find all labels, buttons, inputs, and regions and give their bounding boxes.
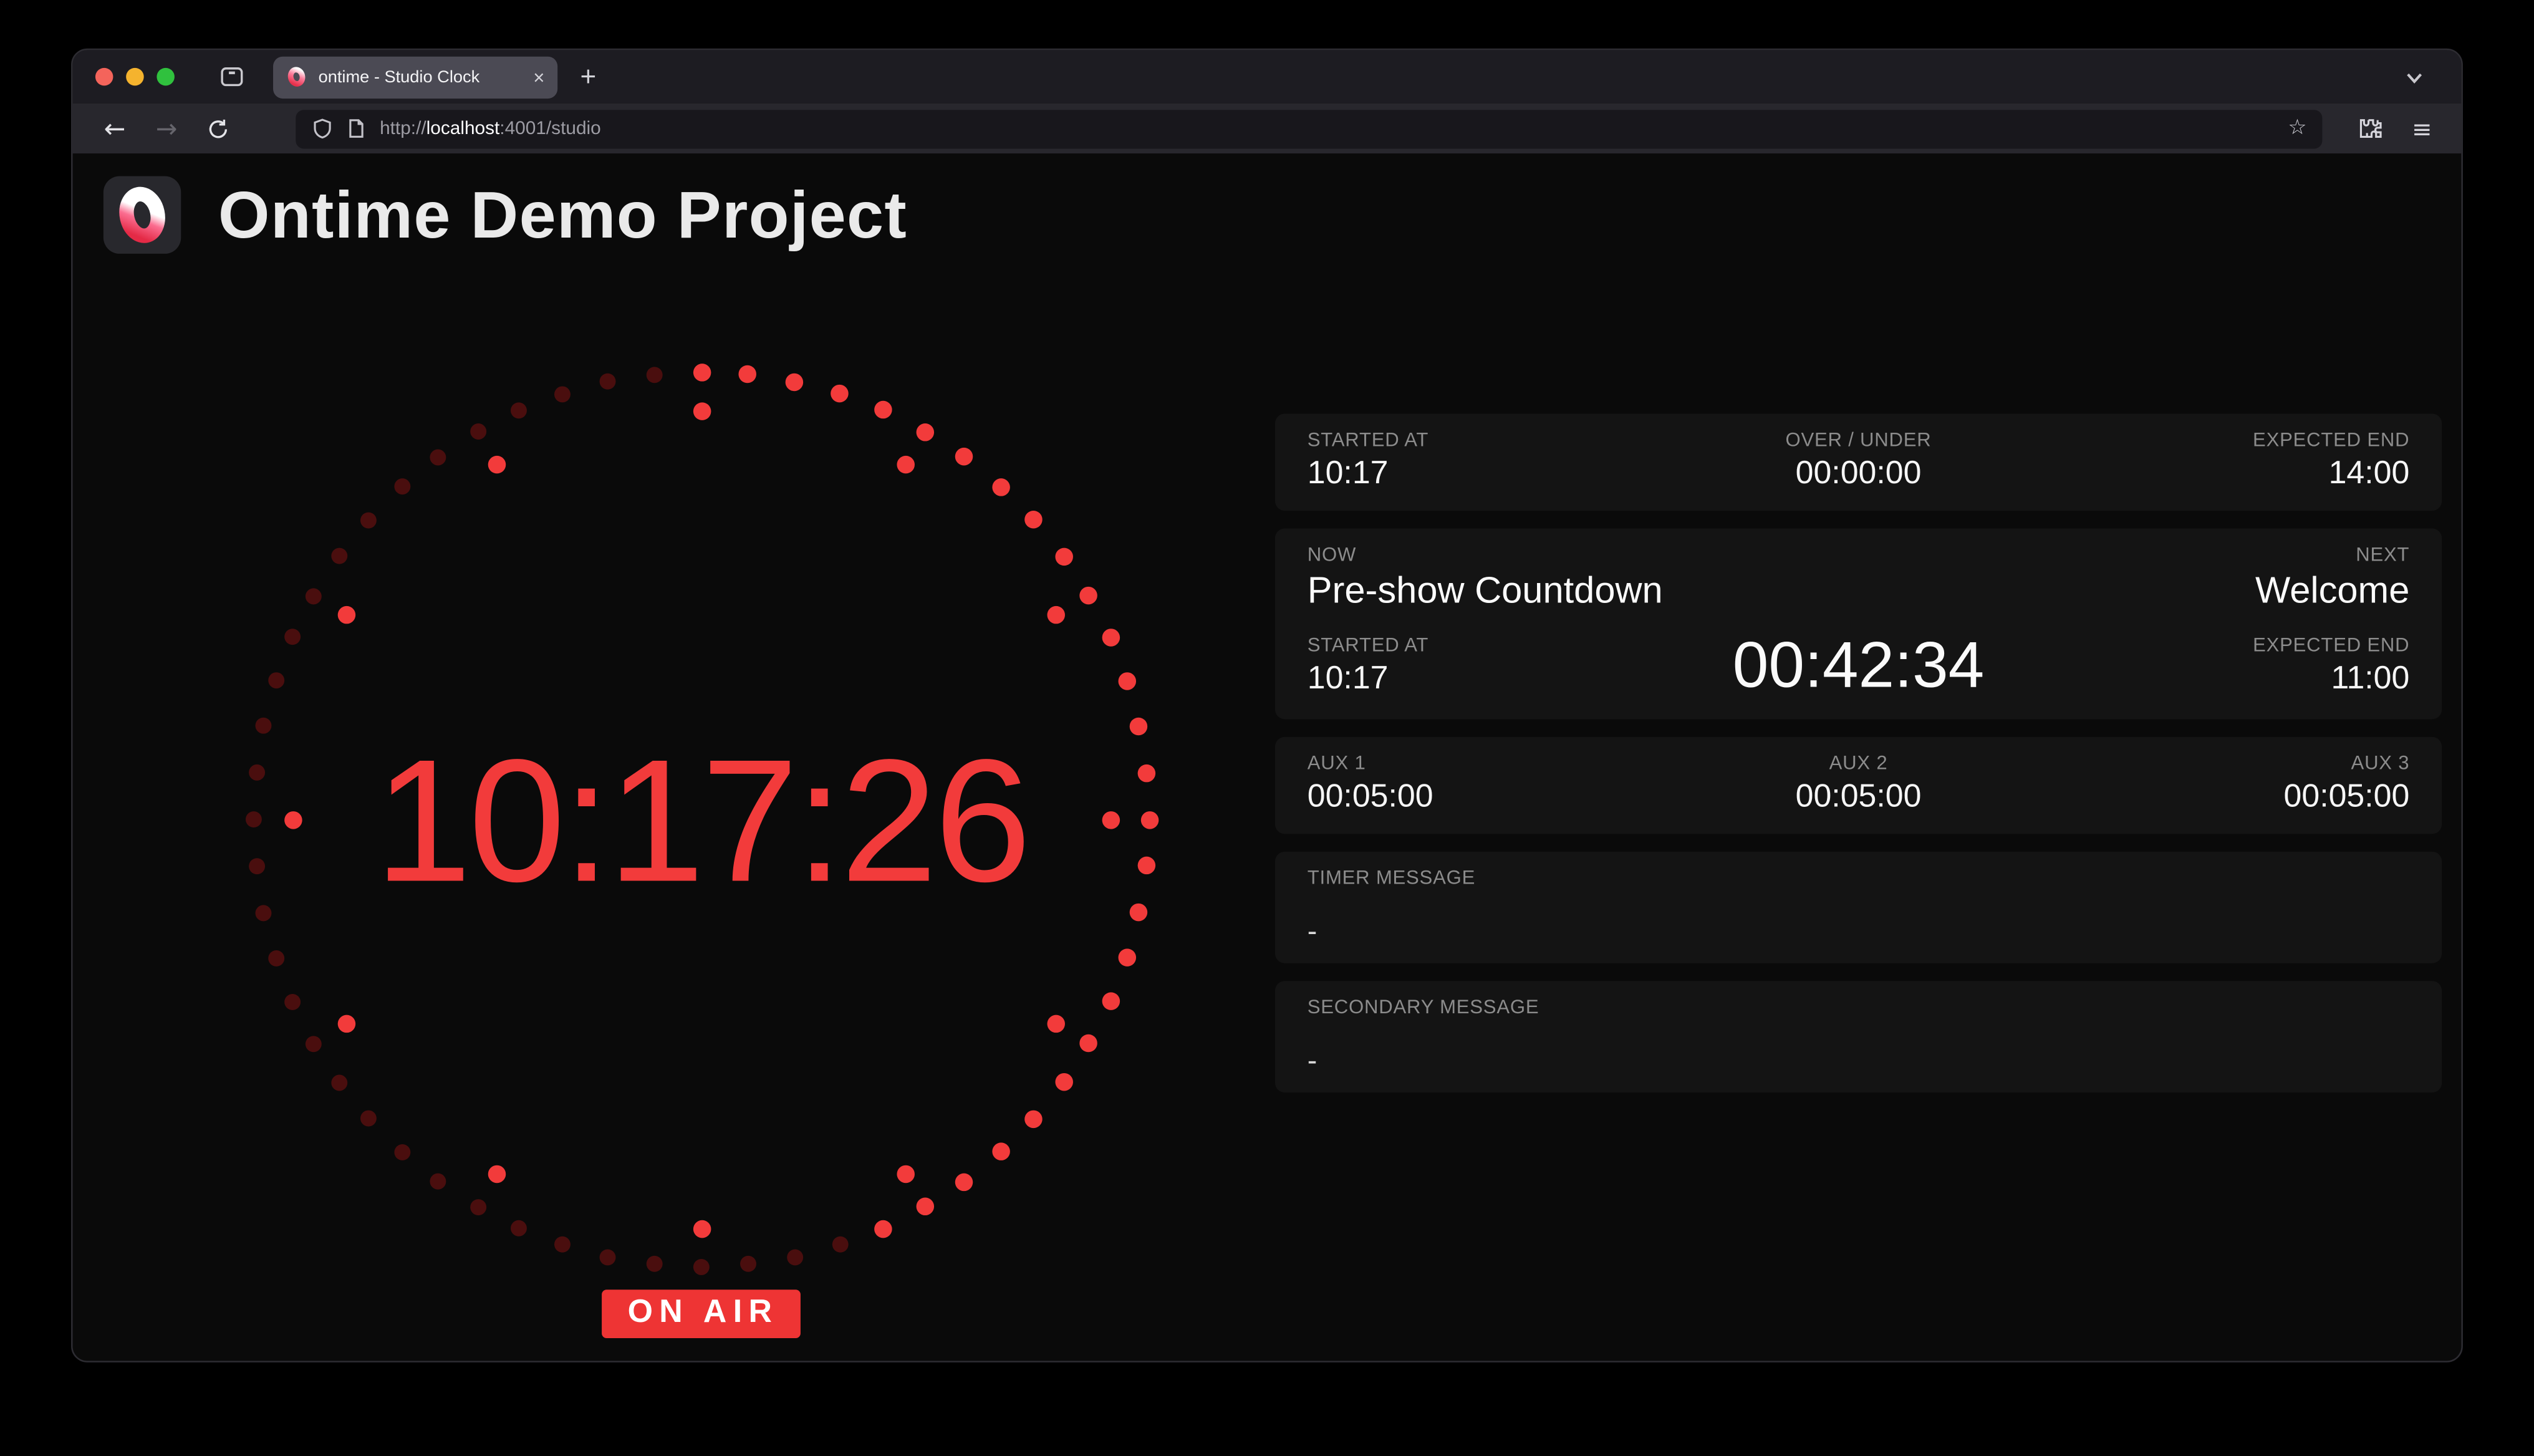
studio-clock-page: Ontime Demo Project 10:17:26 ON AIR STAR… <box>73 153 2462 1362</box>
info-panel: STARTED AT 10:17 OVER / UNDER 00:00:00 E… <box>1275 414 2442 1093</box>
menu-hamburger-icon[interactable]: ≡ <box>2412 114 2432 143</box>
minimize-window-button[interactable] <box>126 68 144 86</box>
now-next-card: NOW NEXT Pre-show Countdown Welcome STAR… <box>1275 529 2442 720</box>
forward-button[interactable]: → <box>144 113 190 143</box>
firefox-view-icon[interactable] <box>219 65 244 89</box>
aux1-label: AUX 1 <box>1308 751 1675 774</box>
timer-expected-end-label: EXPECTED END <box>2253 634 2409 656</box>
over-under-value: 00:00:00 <box>1796 456 1922 493</box>
secondary-message-label: SECONDARY MESSAGE <box>1308 996 2410 1018</box>
url-bar[interactable]: http://localhost:4001/studio ☆ <box>296 109 2323 148</box>
zoom-window-button[interactable] <box>157 68 175 86</box>
desktop: ontime - Studio Clock × + ← → <box>0 0 2534 1456</box>
timer-started-value: 10:17 <box>1308 661 1566 698</box>
url-scheme: http:// <box>380 118 426 138</box>
expected-end-label: EXPECTED END <box>2253 428 2409 451</box>
started-at-value: 10:17 <box>1308 456 1675 493</box>
page-title: Ontime Demo Project <box>218 177 907 253</box>
now-label: NOW <box>1308 543 1356 566</box>
page-header: Ontime Demo Project <box>104 176 907 254</box>
aux1-value: 00:05:00 <box>1308 779 1675 816</box>
reload-button[interactable] <box>207 117 229 140</box>
back-button[interactable]: ← <box>92 113 138 143</box>
clock-time: 10:17:26 <box>241 359 1162 1280</box>
url-host: localhost <box>426 118 500 138</box>
navigation-bar: ← → http://localhost:4001/stud <box>73 104 2462 153</box>
timer-expected-end-value: 11:00 <box>2331 661 2409 698</box>
tab-studio-clock[interactable]: ontime - Studio Clock × <box>273 55 557 97</box>
bookmark-star-icon[interactable]: ☆ <box>2288 117 2306 141</box>
timer-message-label: TIMER MESSAGE <box>1308 866 2410 889</box>
aux3-value: 00:05:00 <box>2284 779 2410 816</box>
timer-message-value: - <box>1308 917 2410 946</box>
shield-icon[interactable] <box>312 118 333 139</box>
aux2-label: AUX 2 <box>1829 751 1888 774</box>
aux3-label: AUX 3 <box>2351 751 2410 774</box>
aux2-value: 00:05:00 <box>1796 779 1922 816</box>
secondary-message-value: - <box>1308 1046 2410 1075</box>
next-label: NEXT <box>2356 543 2409 566</box>
ontime-logo <box>104 176 181 254</box>
now-title: Pre-show Countdown <box>1308 569 1663 612</box>
studio-clock: 10:17:26 ON AIR <box>241 359 1162 1280</box>
event-times-card: STARTED AT 10:17 OVER / UNDER 00:00:00 E… <box>1275 414 2442 511</box>
timer-started-label: STARTED AT <box>1308 634 1566 656</box>
browser-window: ontime - Studio Clock × + ← → <box>71 49 2463 1362</box>
aux-timers-card: AUX 1 00:05:00 AUX 2 00:05:00 AUX 3 00:0… <box>1275 737 2442 834</box>
url-text[interactable]: http://localhost:4001/studio <box>380 118 2275 138</box>
close-window-button[interactable] <box>95 68 113 86</box>
extensions-puzzle-icon[interactable] <box>2360 117 2384 141</box>
timer-message-card: TIMER MESSAGE - <box>1275 852 2442 963</box>
page-info-icon[interactable] <box>346 118 367 139</box>
new-tab-button[interactable]: + <box>580 60 596 93</box>
running-timer: 00:42:34 <box>1566 634 2151 698</box>
tab-favicon-ontime <box>286 66 307 87</box>
started-at-label: STARTED AT <box>1308 428 1675 451</box>
next-title: Welcome <box>2255 569 2409 612</box>
on-air-badge: ON AIR <box>602 1290 801 1338</box>
window-controls <box>95 68 175 86</box>
secondary-message-card: SECONDARY MESSAGE - <box>1275 981 2442 1092</box>
tab-close-icon[interactable]: × <box>533 67 544 87</box>
expected-end-value: 14:00 <box>2329 456 2410 493</box>
url-path: :4001/studio <box>499 118 600 138</box>
tab-bar: ontime - Studio Clock × + <box>73 50 2462 104</box>
list-tabs-chevron-icon[interactable] <box>2403 65 2426 88</box>
over-under-label: OVER / UNDER <box>1786 428 1932 451</box>
tab-title: ontime - Studio Clock <box>319 67 523 87</box>
